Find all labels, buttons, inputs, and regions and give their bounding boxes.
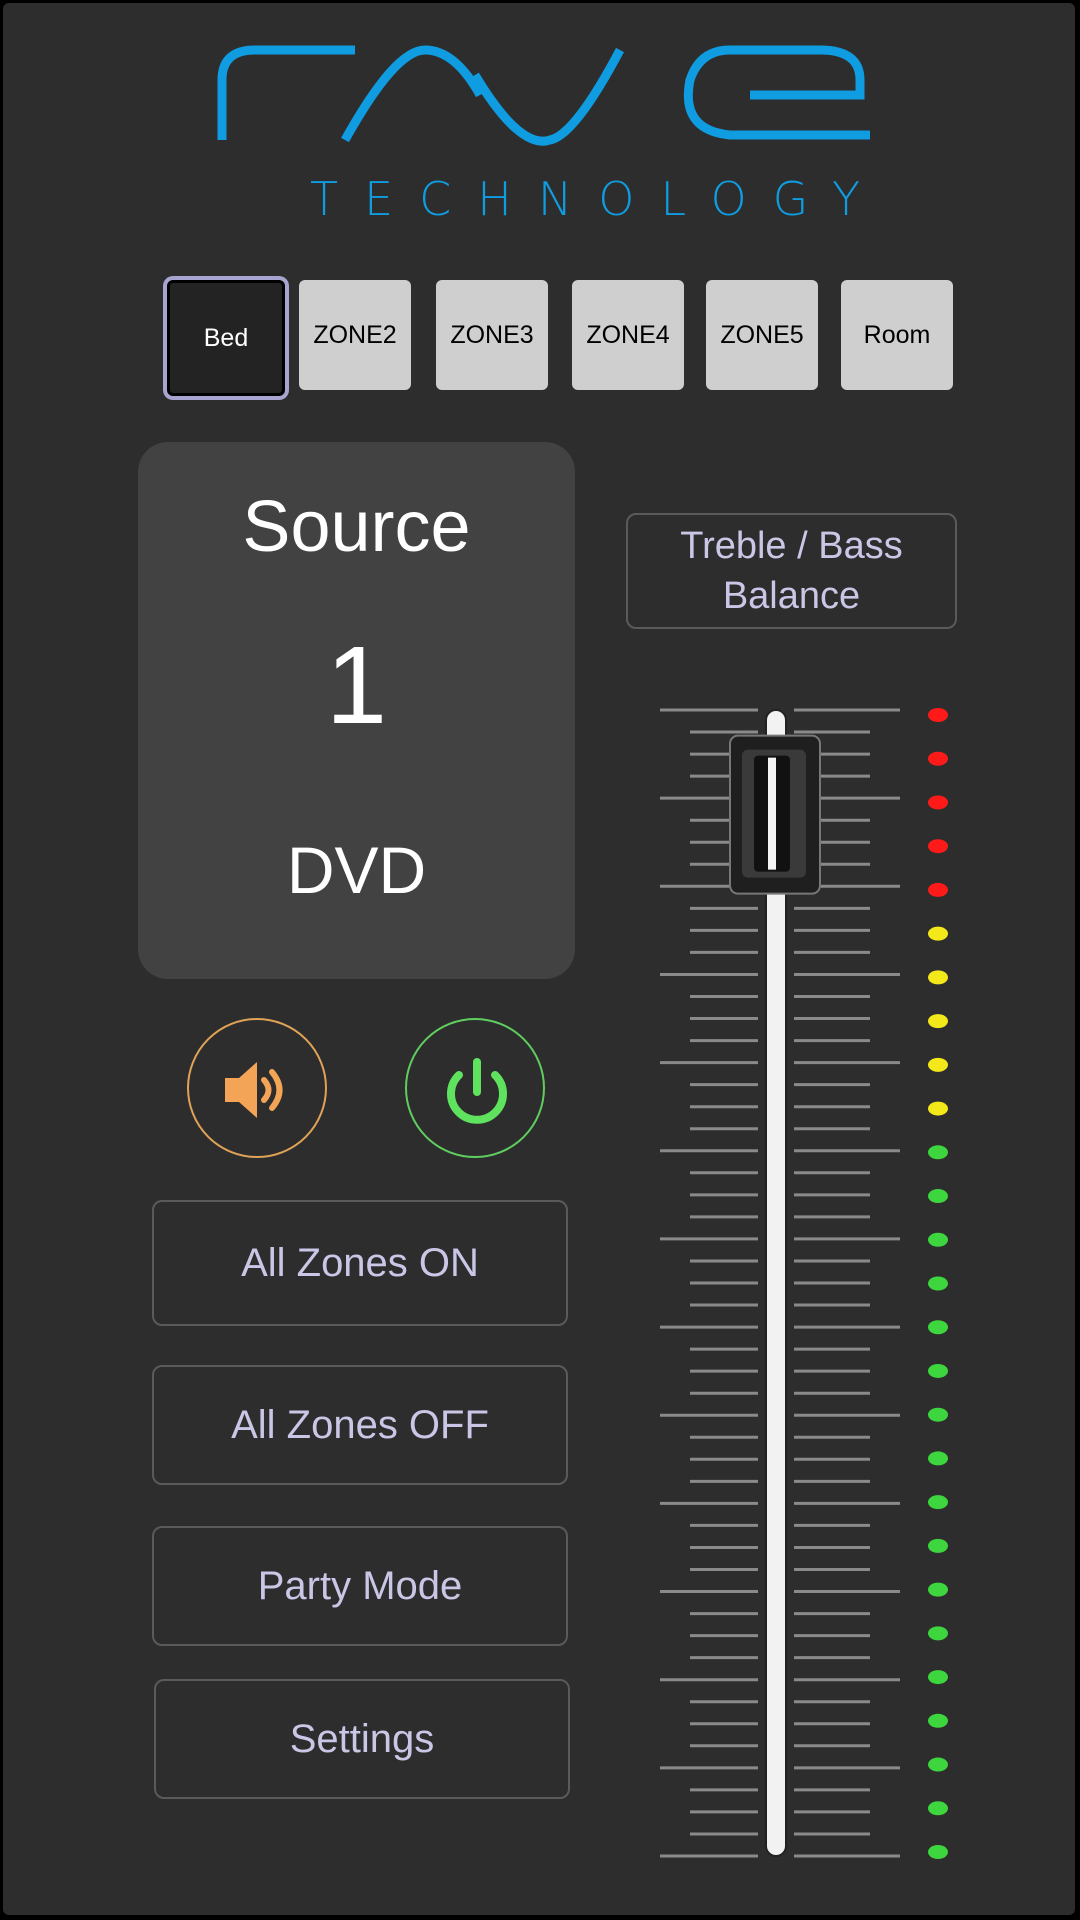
level-led [928,1845,948,1859]
level-led [928,1101,948,1116]
level-led [928,1057,948,1072]
level-led [928,1495,948,1510]
source-selector[interactable]: Source 1 DVD [138,442,575,979]
level-meter [928,708,948,1859]
level-led [928,1189,948,1204]
level-led [928,1757,948,1772]
source-label: Source [242,487,471,567]
level-led [928,1582,948,1597]
slider-thumb[interactable] [729,734,821,895]
all-zones-off-button[interactable]: All Zones OFF [152,1365,568,1485]
logo-tagline: TECHNOLOGY [310,172,887,226]
treble-bass-label: Treble / Bass [680,525,903,567]
level-led [928,1538,948,1553]
level-led [928,708,948,722]
level-led [928,1232,948,1247]
zone-tab-zone5[interactable]: ZONE5 [706,280,818,390]
zone-tab-bed[interactable]: Bed [167,280,285,396]
level-led [928,926,948,941]
level-led [928,751,948,766]
zone-tab-zone2[interactable]: ZONE2 [299,280,411,390]
source-name: DVD [286,833,427,907]
level-led [928,1276,948,1291]
level-led [928,1451,948,1466]
level-led [928,795,948,810]
zone-tab-zone3[interactable]: ZONE3 [436,280,548,390]
level-led [928,882,948,897]
party-mode-button[interactable]: Party Mode [152,1526,568,1646]
power-icon [447,1058,507,1124]
level-led [928,1713,948,1728]
zone-tab-zone4[interactable]: ZONE4 [572,280,684,390]
level-led [928,839,948,854]
level-led [928,1626,948,1641]
level-led [928,1670,948,1685]
all-zones-on-button[interactable]: All Zones ON [152,1200,568,1326]
level-led [928,1363,948,1378]
power-button[interactable] [405,1018,545,1158]
treble-bass-balance-button[interactable]: Treble / Bass Balance [626,513,957,629]
settings-button[interactable]: Settings [154,1679,570,1799]
level-led [928,1320,948,1335]
zone-tabs: Bed ZONE2 ZONE3 ZONE4 ZONE5 Room [0,280,1080,396]
speaker-icon [225,1062,283,1118]
level-led [928,1801,948,1816]
volume-slider[interactable] [650,690,970,1870]
zone-tab-room[interactable]: Room [841,280,953,390]
level-led [928,970,948,985]
source-number: 1 [325,624,388,747]
rave-logo [217,45,870,146]
balance-label: Balance [722,575,861,617]
level-led [928,1145,948,1160]
mute-button[interactable] [187,1018,327,1158]
level-led [928,1014,948,1029]
level-led [928,1407,948,1422]
